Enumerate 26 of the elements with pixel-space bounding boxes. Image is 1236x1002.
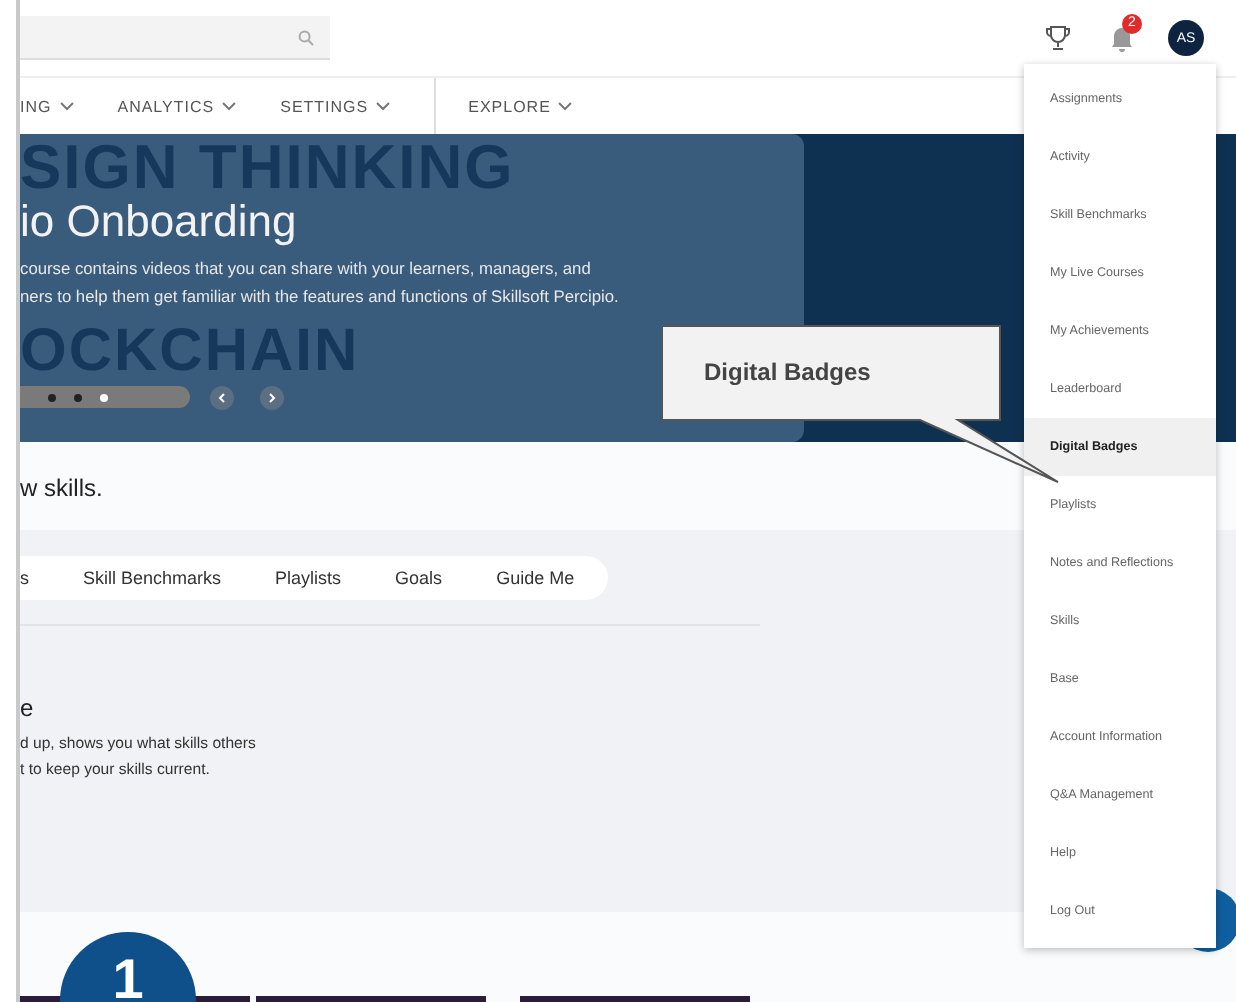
caret-icon	[558, 101, 573, 111]
chevron-left-icon	[214, 390, 230, 406]
search-field[interactable]	[20, 16, 330, 60]
chevron-right-icon	[264, 390, 280, 406]
nav-menu[interactable]: SETTINGS	[280, 97, 391, 115]
caret-icon	[376, 101, 391, 111]
tab[interactable]: Skill Benchmarks	[83, 568, 222, 588]
nav-menu[interactable]: ANALYTICS	[117, 97, 237, 115]
carousel-dot[interactable]	[100, 393, 108, 401]
carousel-dot[interactable]	[48, 393, 56, 401]
banner-title: io Onboarding	[20, 196, 297, 248]
nav-menu[interactable]: ING	[20, 97, 74, 115]
section-heading: e	[20, 694, 34, 722]
caret-icon	[222, 101, 237, 111]
carousel-dot[interactable]	[74, 393, 82, 401]
callout-text: Digital Badges	[704, 358, 871, 386]
tab[interactable]: s	[20, 568, 29, 588]
caret-icon	[59, 101, 74, 111]
tab[interactable]: Goals	[395, 568, 443, 588]
trophy-icon[interactable]	[1044, 24, 1072, 52]
step-number: 1	[60, 932, 196, 1002]
banner-description: course contains videos that you can share with your learners, managers, and ners to help them get familiar with the features and functions of Skillsoft Percipio.	[20, 256, 619, 310]
tab[interactable]: Guide Me	[496, 568, 575, 588]
nav-menu[interactable]: EXPLORE	[468, 97, 573, 115]
bell-icon[interactable]	[1108, 24, 1136, 52]
tab[interactable]: Playlists	[275, 568, 342, 588]
